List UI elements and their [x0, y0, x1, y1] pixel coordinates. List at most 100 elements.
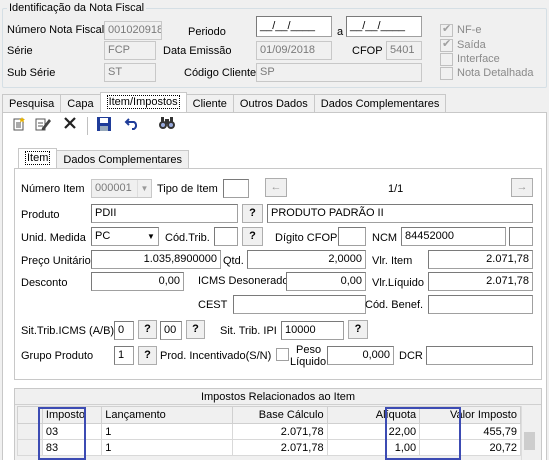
delete-icon[interactable]: [60, 116, 80, 136]
grupo-produto-lookup-button[interactable]: ?: [138, 346, 157, 365]
subserie-field[interactable]: ST: [104, 63, 156, 82]
tab-item-impostos[interactable]: Item/Impostos: [99, 92, 187, 113]
tab-outros-dados[interactable]: Outros Dados: [232, 94, 315, 113]
next-item-button[interactable]: →: [511, 178, 533, 197]
emissao-label: Data Emissão: [163, 45, 232, 57]
sit-trib-a-lookup-button[interactable]: ?: [138, 320, 157, 339]
periodo-from-field[interactable]: __/__/____: [256, 16, 332, 37]
sit-trib-b-lookup-button[interactable]: ?: [186, 320, 205, 339]
serie-field[interactable]: FCP: [104, 41, 156, 60]
nfe-checkbox-label: NF-e: [457, 24, 482, 36]
chevron-down-icon[interactable]: ▼: [137, 180, 151, 197]
preco-unitario-label: Preço Unitário: [21, 255, 91, 267]
sit-trib-ipi-field[interactable]: 10000: [281, 321, 344, 340]
tab-item-label: Item: [25, 151, 51, 165]
serie-label: Série: [7, 45, 33, 57]
cliente-field[interactable]: SP: [256, 63, 422, 82]
tab-pesquisa-label: Pesquisa: [9, 98, 55, 110]
sit-trib-a-field[interactable]: 0: [114, 321, 134, 340]
cest-field[interactable]: [233, 295, 366, 314]
emissao-field[interactable]: 01/09/2018: [256, 41, 332, 60]
produto-lookup-button[interactable]: ?: [242, 204, 263, 223]
cell-lancamento[interactable]: 1: [101, 423, 233, 440]
save-icon[interactable]: [94, 116, 114, 136]
unid-chevron-down-icon[interactable]: ▼: [144, 228, 158, 245]
cod-trib-field[interactable]: [214, 227, 238, 246]
grupo-produto-field[interactable]: 1: [114, 346, 134, 365]
cell-base-calculo[interactable]: 2.071,78: [231, 439, 328, 456]
cest-label: CEST: [198, 299, 228, 311]
tab-dados-complementares-label: Dados Complementares: [320, 98, 440, 110]
cod-benef-label: Cód. Benef.: [365, 299, 424, 311]
produto-desc-field[interactable]: PRODUTO PADRÃO II: [267, 204, 533, 223]
tab-item-impostos-label: Item/Impostos: [106, 95, 180, 109]
tab-outros-dados-label: Outros Dados: [239, 98, 308, 110]
sit-trib-ipi-lookup-button[interactable]: ?: [348, 320, 368, 339]
tab-cliente[interactable]: Cliente: [185, 94, 234, 113]
main-tab-strip: Pesquisa Capa Item/Impostos Cliente Outr…: [2, 92, 447, 113]
nota-detalhada-checkbox[interactable]: [440, 67, 453, 80]
cfop-label: CFOP: [352, 45, 383, 57]
interface-checkbox[interactable]: [440, 53, 453, 66]
peso-liquido-field[interactable]: 0,000: [327, 346, 394, 365]
scroll-thumb[interactable]: [524, 432, 535, 450]
vlr-item-field[interactable]: 2.071,78: [428, 250, 533, 269]
produto-code-field[interactable]: PDII: [91, 204, 238, 223]
desconto-label: Desconto: [21, 277, 68, 289]
nota-fiscal-group-title: Identificação da Nota Fiscal: [7, 2, 147, 15]
cell-base-calculo[interactable]: 2.071,78: [231, 423, 328, 440]
ncm-label: NCM: [372, 232, 398, 244]
grupo-produto-label: Grupo Produto: [21, 350, 94, 362]
tipo-item-label: Tipo de Item: [157, 183, 218, 195]
prod-incentivado-label: Prod. Incentivado(S/N): [160, 350, 272, 362]
desconto-field[interactable]: 0,00: [91, 272, 184, 291]
nfe-checkbox[interactable]: [440, 22, 453, 37]
tab-dados-complementares[interactable]: Dados Complementares: [313, 94, 447, 113]
subserie-label: Sub Série: [7, 67, 56, 79]
prod-incentivado-checkbox[interactable]: [276, 348, 289, 361]
ncm-field[interactable]: 84452000: [401, 227, 506, 246]
tab-capa[interactable]: Capa: [60, 94, 101, 113]
numero-nota-field[interactable]: 001020918: [104, 21, 162, 40]
dcr-field[interactable]: [426, 346, 533, 365]
cfop-field[interactable]: 5401: [386, 41, 422, 60]
sit-trib-ipi-label: Sit. Trib. IPI: [220, 325, 277, 337]
cell-lancamento[interactable]: 1: [101, 439, 233, 456]
cod-benef-field[interactable]: [428, 295, 533, 314]
sit-trib-b-field[interactable]: 00: [160, 321, 182, 340]
vlr-liquido-label: Vlr.Líquido: [372, 277, 424, 289]
saida-checkbox[interactable]: [440, 37, 453, 52]
periodo-to-field[interactable]: __/__/____: [346, 16, 422, 37]
new-icon[interactable]: [9, 116, 29, 136]
periodo-separator: a: [337, 26, 344, 38]
qtd-label: Qtd.: [223, 255, 244, 267]
sit-trib-icms-label: Sit.Trib.ICMS (A/B): [21, 325, 115, 337]
tab-item-dados-complementares-label: Dados Complementares: [63, 154, 183, 166]
cod-trib-lookup-button[interactable]: ?: [242, 227, 263, 246]
preco-unitario-field[interactable]: 1.035,8900000: [91, 250, 221, 269]
digito-cfop-field[interactable]: [338, 227, 366, 246]
vlr-item-label: Vlr. Item: [372, 255, 413, 267]
tab-pesquisa[interactable]: Pesquisa: [2, 94, 62, 113]
vlr-liquido-field[interactable]: 2.071,78: [428, 272, 533, 291]
prev-item-button[interactable]: ←: [265, 178, 287, 197]
numero-item-label: Número Item: [21, 183, 85, 195]
find-icon[interactable]: [157, 116, 177, 136]
tab-capa-label: Capa: [67, 98, 94, 110]
saida-checkbox-label: Saída: [457, 39, 486, 51]
item-tab-strip: Item Dados Complementares: [18, 148, 190, 169]
icms-desonerado-field[interactable]: 0,00: [286, 272, 366, 291]
peso-liquido-label-2: Líquido: [290, 356, 327, 368]
edit-icon[interactable]: [33, 116, 53, 136]
col-base-calculo[interactable]: Base Cálculo: [231, 406, 328, 424]
qtd-field[interactable]: 2,0000: [247, 250, 366, 269]
tab-item[interactable]: Item: [18, 148, 58, 169]
tab-item-dados-complementares[interactable]: Dados Complementares: [56, 150, 190, 169]
undo-icon[interactable]: [122, 116, 142, 136]
cod-trib-label: Cód.Trib.: [165, 232, 210, 244]
tipo-item-field[interactable]: [223, 179, 249, 198]
ncm-extra-field[interactable]: [509, 227, 533, 246]
col-lancamento[interactable]: Lançamento: [101, 406, 233, 424]
cliente-label: Código Cliente: [184, 67, 257, 79]
highlight-imposto-column: [38, 407, 86, 460]
